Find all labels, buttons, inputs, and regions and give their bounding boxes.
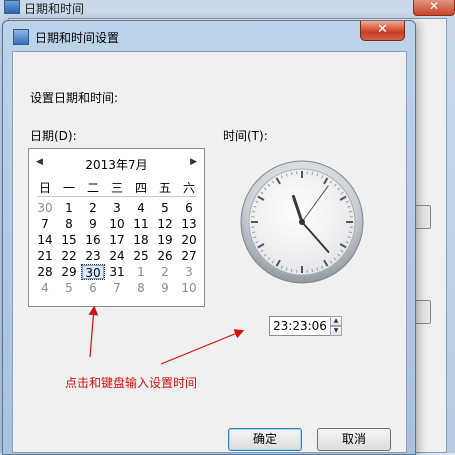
annotation-text: 点击和键盘输入设置时间 xyxy=(65,374,197,391)
annotation-arrows xyxy=(13,52,406,392)
ok-button[interactable]: 确定 xyxy=(228,428,302,451)
background-window-title: 日期和时间 xyxy=(24,0,84,17)
dialog-close-button[interactable]: ✕ xyxy=(360,21,405,41)
clock-app-icon xyxy=(4,0,20,14)
annotation-arrow-to-time xyxy=(161,331,242,364)
cancel-button[interactable]: 取消 xyxy=(317,428,391,451)
annotation-arrow-to-calendar xyxy=(90,308,94,357)
calendar-app-icon xyxy=(13,29,29,45)
date-time-settings-dialog: 日期和时间设置 ✕ 设置日期和时间: 日期(D): 时间(T): ◀ 2013年… xyxy=(2,20,416,455)
dialog-client-area: 设置日期和时间: 日期(D): 时间(T): ◀ 2013年7月 ▶ 日一二三四… xyxy=(12,51,407,453)
dialog-title: 日期和时间设置 xyxy=(35,29,119,46)
background-titlebar: 日期和时间 ✕ xyxy=(0,0,455,16)
background-close-button[interactable]: ✕ xyxy=(413,0,455,16)
